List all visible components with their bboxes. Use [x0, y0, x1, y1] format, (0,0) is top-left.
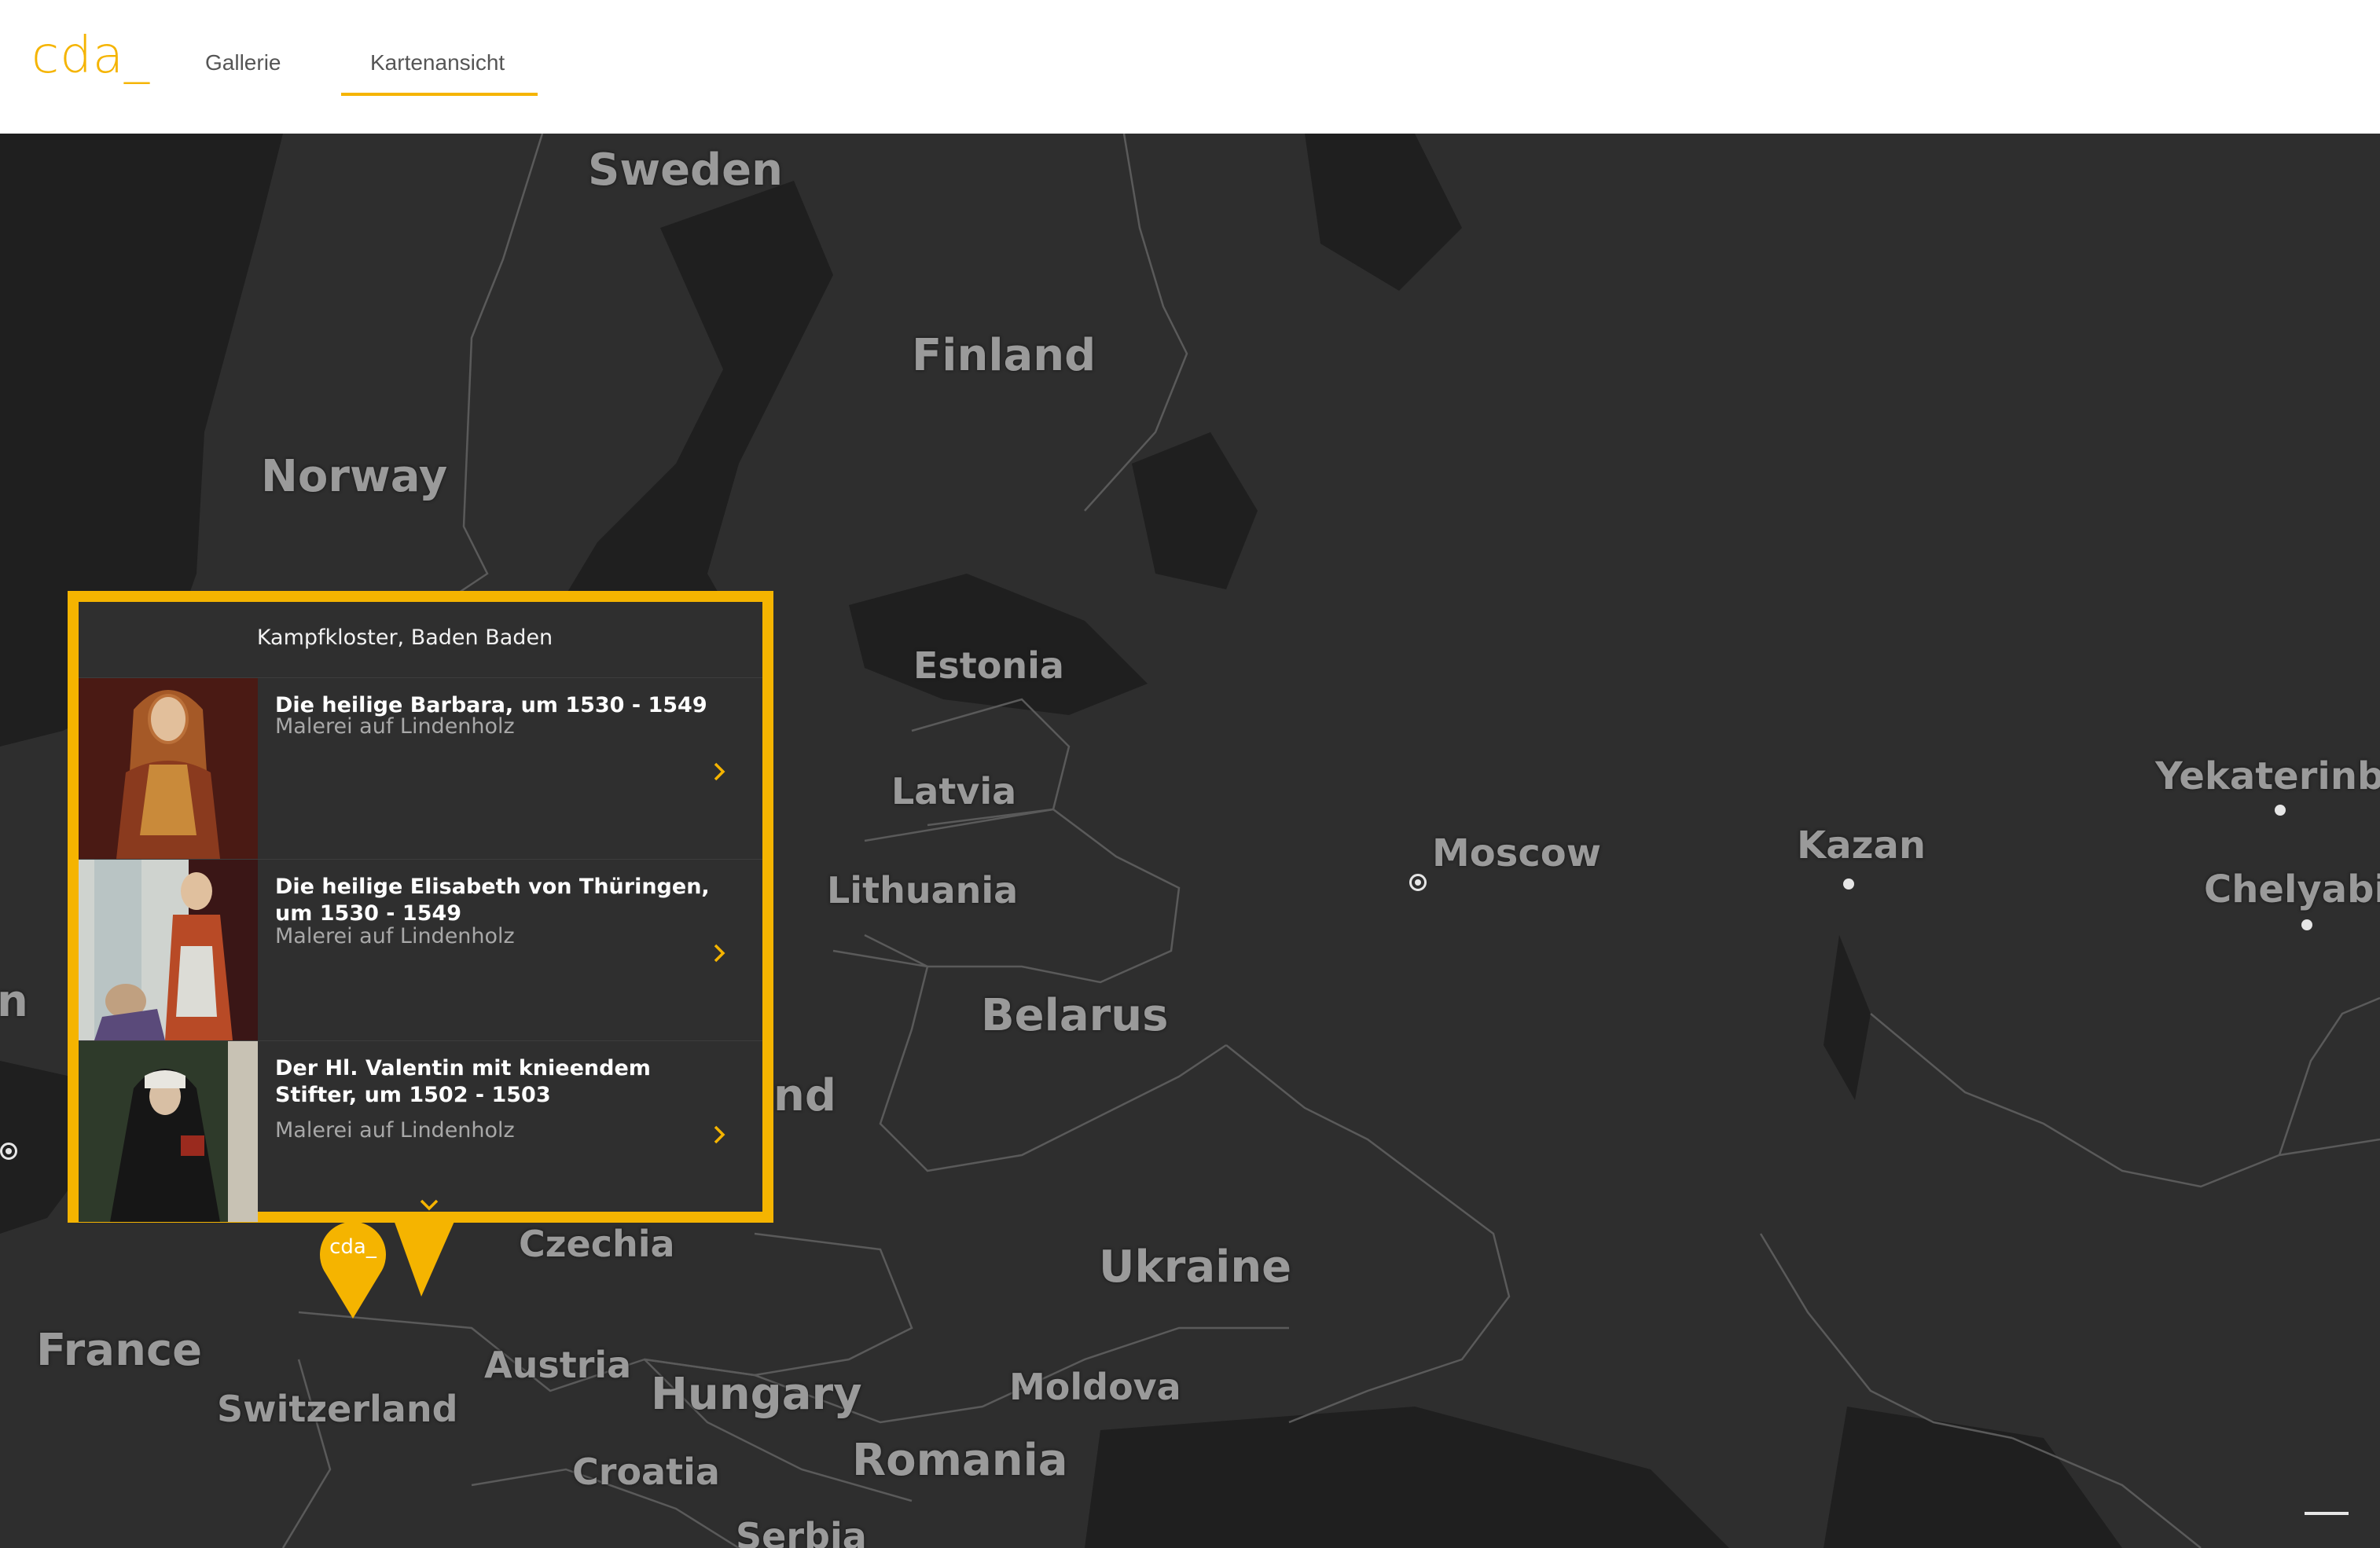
capital-marker-left [0, 1143, 17, 1160]
map-label-france: France [36, 1325, 203, 1376]
map-label-belarus: Belarus [981, 990, 1169, 1041]
map-label-latvia: Latvia [891, 770, 1017, 813]
artwork-medium: Malerei auf Lindenholz [275, 1118, 515, 1143]
map-label-partial-poland: nd [773, 1070, 836, 1121]
artwork-medium: Malerei auf Lindenholz [275, 714, 515, 739]
map-label-croatia: Croatia [572, 1451, 720, 1493]
city-marker-chelyabinsk [2301, 919, 2312, 930]
marker-label: cda_ [329, 1235, 376, 1259]
popup-location-title: Kampfkloster, Baden Baden [79, 602, 762, 678]
logo[interactable]: cda_ [31, 27, 150, 85]
map-label-ukraine: Ukraine [1099, 1242, 1292, 1293]
artwork-title: Die heilige Elisabeth von Thüringen, um … [275, 875, 710, 926]
map-label-kazan: Kazan [1797, 824, 1926, 868]
map-label-finland: Finland [912, 330, 1096, 381]
map-label-czechia: Czechia [519, 1223, 675, 1265]
map-pin-icon [320, 1221, 386, 1319]
active-tab-underline [341, 93, 538, 96]
map-label-chelyabinsk: Chelyabins [2204, 868, 2380, 912]
map-label-sweden: Sweden [588, 145, 783, 196]
map-label-lithuania: Lithuania [827, 869, 1019, 912]
artwork-title: Der Hl. Valentin mit knieendem Stifter, … [275, 1056, 651, 1107]
chevron-right-icon[interactable] [707, 1123, 731, 1146]
map-label-austria: Austria [484, 1344, 632, 1386]
zoom-out-button[interactable] [2305, 1512, 2349, 1515]
artwork-list-item[interactable]: Die heilige Barbara, um 1530 - 1549 Male… [79, 678, 762, 860]
map-location-marker[interactable]: cda_ [318, 1218, 388, 1320]
map-label-yekaterinburg: Yekaterinbur [2155, 754, 2380, 798]
map-label-moldova: Moldova [1009, 1366, 1181, 1408]
map-label-estonia: Estonia [913, 644, 1064, 687]
popup-pointer [393, 1218, 456, 1297]
city-marker-kazan [1843, 879, 1854, 890]
artwork-thumbnail [79, 1041, 258, 1222]
top-nav-bar: cda_ Gallerie Kartenansicht [0, 0, 2380, 134]
map-label-switzerland: Switzerland [217, 1388, 458, 1430]
artwork-medium: Malerei auf Lindenholz [275, 924, 515, 948]
map-label-norway: Norway [261, 451, 448, 502]
chevron-right-icon[interactable] [707, 941, 731, 965]
artwork-thumbnail [79, 678, 258, 859]
map-label-hungary: Hungary [651, 1369, 862, 1420]
artwork-list-item[interactable]: Der Hl. Valentin mit knieendem Stifter, … [79, 1041, 762, 1222]
chevron-right-icon[interactable] [707, 760, 731, 783]
map-label-romania: Romania [852, 1435, 1068, 1486]
map-label-moscow: Moscow [1432, 831, 1602, 875]
artwork-thumbnail [79, 860, 258, 1040]
map-label-partial-left: n [0, 976, 28, 1027]
city-marker-yekaterinburg [2275, 805, 2286, 816]
map-label-serbia: Serbia [736, 1515, 867, 1548]
capital-marker-moscow [1409, 874, 1427, 891]
artwork-list-item[interactable]: Die heilige Elisabeth von Thüringen, um … [79, 860, 762, 1041]
location-popup: Kampfkloster, Baden Baden Die heilige Ba… [68, 591, 773, 1223]
nav-tab-kartenansicht[interactable]: Kartenansicht [370, 50, 505, 75]
chevron-down-icon[interactable] [417, 1196, 442, 1213]
nav-tab-gallerie[interactable]: Gallerie [205, 50, 281, 75]
